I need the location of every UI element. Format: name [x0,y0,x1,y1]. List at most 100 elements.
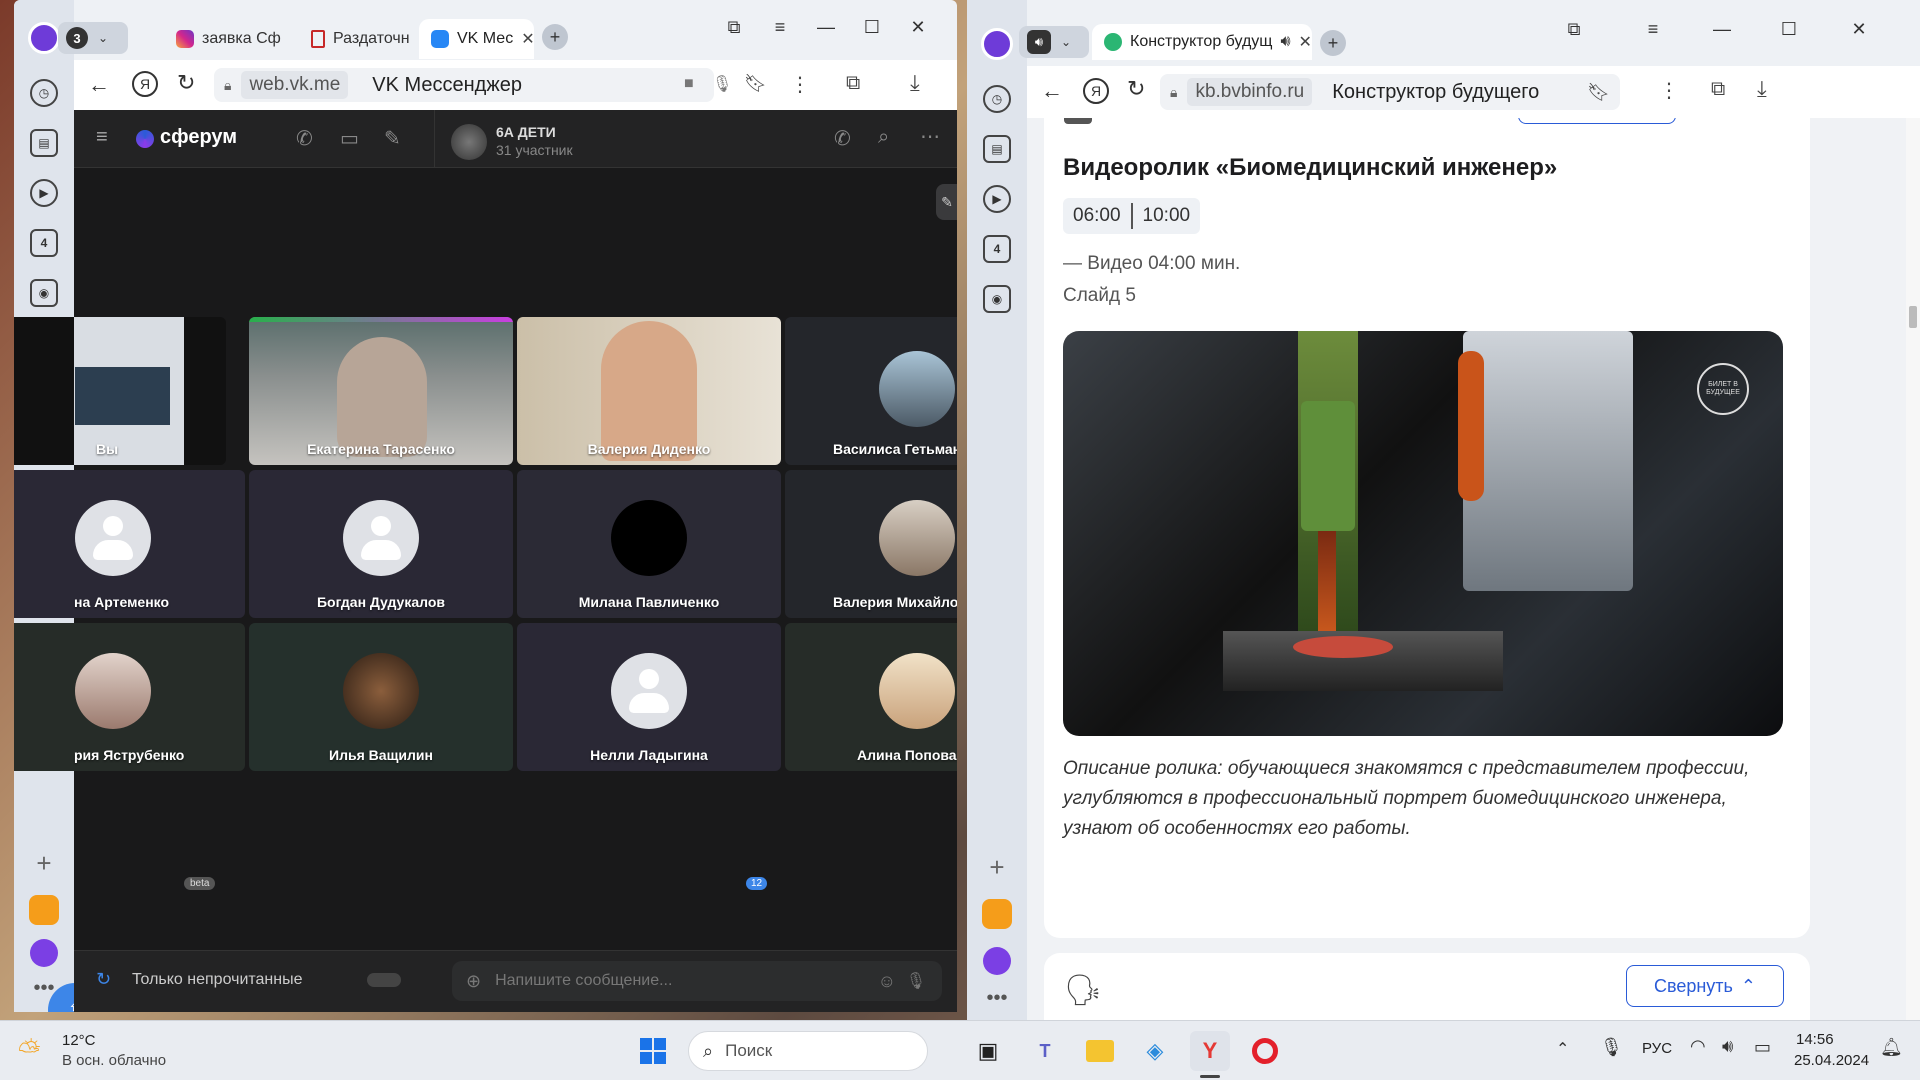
video-icon[interactable]: ▶ [983,185,1011,213]
collections-icon[interactable]: ▤ [983,135,1011,163]
yandex-browser-icon[interactable]: Y [1190,1031,1230,1071]
start-button[interactable] [633,1031,673,1071]
tab-zayavka[interactable]: заявка Сф [164,19,284,59]
new-tab-button[interactable]: + [1320,30,1346,56]
weather-icon[interactable]: ⛅︎ [18,1035,40,1068]
url-field[interactable]: 🔒︎ kb.bvbinfo.ru Конструктор будущего 🔖︎ [1160,74,1620,110]
yandex-icon[interactable]: Я [132,71,158,97]
participant-tile-self[interactable]: Вы [14,317,226,465]
url-field[interactable]: 🔒︎ web.vk.me VK Мессенджер [214,68,714,102]
kebab-icon[interactable]: ⋮ [1659,78,1679,103]
participant-tile[interactable]: Алина Попова [785,623,957,771]
top-button-partial[interactable] [1518,118,1676,124]
close-tab-icon[interactable]: ✕ [1299,32,1312,52]
weather-desc[interactable]: В осн. облачно [62,1052,166,1069]
weather-temp[interactable]: 12°C [62,1032,96,1049]
add-icon[interactable]: + [989,852,1004,883]
download-icon[interactable]: ⤓ [910,70,920,96]
more-icon[interactable]: ••• [986,987,1007,1010]
mail-app-icon[interactable] [982,899,1012,929]
back-icon[interactable]: ← [88,72,110,98]
profile-icon[interactable] [981,28,1013,60]
tabs-count-icon[interactable]: 4 [30,229,58,257]
participant-tile[interactable]: Василиса Гетьман [785,317,957,465]
audio-tab-group[interactable]: 🔊︎ ⌄ [1019,26,1089,58]
mail-app-icon[interactable] [29,895,59,925]
maximize-button[interactable]: ☐ [852,10,892,44]
screenshot-icon[interactable]: ◉ [30,279,58,307]
participant-tile[interactable]: Валерия Михайло [785,470,957,618]
bookmarks-icon[interactable]: ⧉ [714,10,754,44]
teams-icon[interactable]: T [1025,1031,1065,1071]
search-icon[interactable]: ⌕ [878,126,889,149]
participant-tile[interactable]: Нелли Ладыгина [517,623,781,771]
participant-tile[interactable]: Милана Павличенко [517,470,781,618]
hamburger-icon[interactable]: ≡ [96,126,108,149]
reload-icon[interactable]: ↻ [1127,76,1145,102]
chevron-up-icon[interactable]: ⌃ [1556,1039,1569,1059]
camera-permission-icon[interactable]: ■ [684,75,694,93]
phone-icon[interactable]: ✆ [834,126,851,151]
video-thumbnail[interactable]: БИЛЕТ В БУДУЩЕЕ [1063,331,1783,736]
participant-tile[interactable]: Илья Ващилин [249,623,513,771]
taskbar-search[interactable]: ⌕ Поиск [688,1031,928,1071]
collections-icon[interactable]: ▤ [30,129,58,157]
video-icon[interactable]: ▶ [30,179,58,207]
microphone-icon[interactable]: 🎙︎ [1600,1037,1623,1058]
back-icon[interactable]: ← [1041,78,1063,104]
alice-icon[interactable] [983,947,1011,975]
screenshot-icon[interactable]: ◉ [983,285,1011,313]
scrollbar[interactable] [1906,118,1920,1020]
minimize-button[interactable]: — [806,10,846,44]
yandex-icon[interactable]: Я [1083,78,1109,104]
mic-permission-icon[interactable]: 🎙︎ [712,74,732,94]
extensions-icon[interactable]: ⧉ [846,72,860,95]
unread-only-toggle[interactable] [367,973,401,987]
bookmark-icon[interactable]: 🔖︎ [744,73,767,94]
close-window-button[interactable]: ✕ [1839,12,1879,46]
new-tab-button[interactable]: + [542,24,568,50]
history-icon[interactable]: ◷ [30,79,58,107]
file-explorer-icon[interactable] [1080,1031,1120,1071]
scrollbar-thumb[interactable] [1909,306,1917,328]
download-icon[interactable]: ⤓ [1757,76,1767,102]
call-icon[interactable]: ✆ [296,126,313,151]
task-view-icon[interactable]: ▣ [968,1031,1008,1071]
opera-icon[interactable] [1245,1031,1285,1071]
alice-icon[interactable] [30,939,58,967]
tab-vk-messenger[interactable]: VK Мес ✕ [419,19,534,59]
tab-group-counter[interactable]: 3 ⌄ [58,22,128,54]
participant-tile[interactable]: Валерия Диденко [517,317,781,465]
voice-message-icon[interactable]: 🎙︎ [906,971,926,991]
clock-time[interactable]: 14:56 [1796,1031,1834,1048]
tab-konstruktor[interactable]: Конструктор будущ 🔊︎ ✕ [1092,24,1312,60]
app-icon[interactable]: ◈ [1135,1031,1175,1071]
message-input[interactable]: ⊕ Напишите сообщение... ☺ 🎙︎ [452,961,942,1001]
emoji-icon[interactable]: ☺ [878,971,896,992]
wifi-icon[interactable]: ◠ [1690,1036,1706,1057]
notifications-icon[interactable]: 🔔︎ [1880,1037,1903,1058]
chat-avatar[interactable] [451,124,487,160]
history-icon[interactable]: ◷ [983,85,1011,113]
reload-icon[interactable]: ↻ [177,70,195,96]
bookmark-icon[interactable]: 🔖︎ [1587,82,1610,103]
archive-icon[interactable]: ▭ [340,126,359,151]
clock-date[interactable]: 25.04.2024 [1794,1052,1869,1069]
close-window-button[interactable]: ✕ [898,10,938,44]
menu-icon[interactable]: ≡ [760,10,800,44]
tabs-count-icon[interactable]: 4 [983,235,1011,263]
participant-tile[interactable]: Екатерина Тарасенко [249,317,513,465]
tab-razdatochn[interactable]: Раздаточн [299,19,414,59]
collapse-button[interactable]: Свернуть ⌃ [1626,965,1784,1007]
profile-icon[interactable] [28,22,60,54]
edit-call-icon[interactable]: ✎ [936,184,957,220]
add-icon[interactable]: + [36,848,51,879]
participant-tile[interactable]: на Артеменко [14,470,245,618]
extensions-icon[interactable]: ⧉ [1711,78,1725,101]
more-options-icon[interactable]: ⋯ [920,124,940,149]
kebab-icon[interactable]: ⋮ [790,72,810,97]
volume-icon[interactable]: 🔊︎ [1722,1036,1733,1057]
participant-tile[interactable]: рия Яструбенко [14,623,245,771]
maximize-button[interactable]: ☐ [1769,12,1809,46]
minimize-button[interactable]: — [1702,12,1742,46]
